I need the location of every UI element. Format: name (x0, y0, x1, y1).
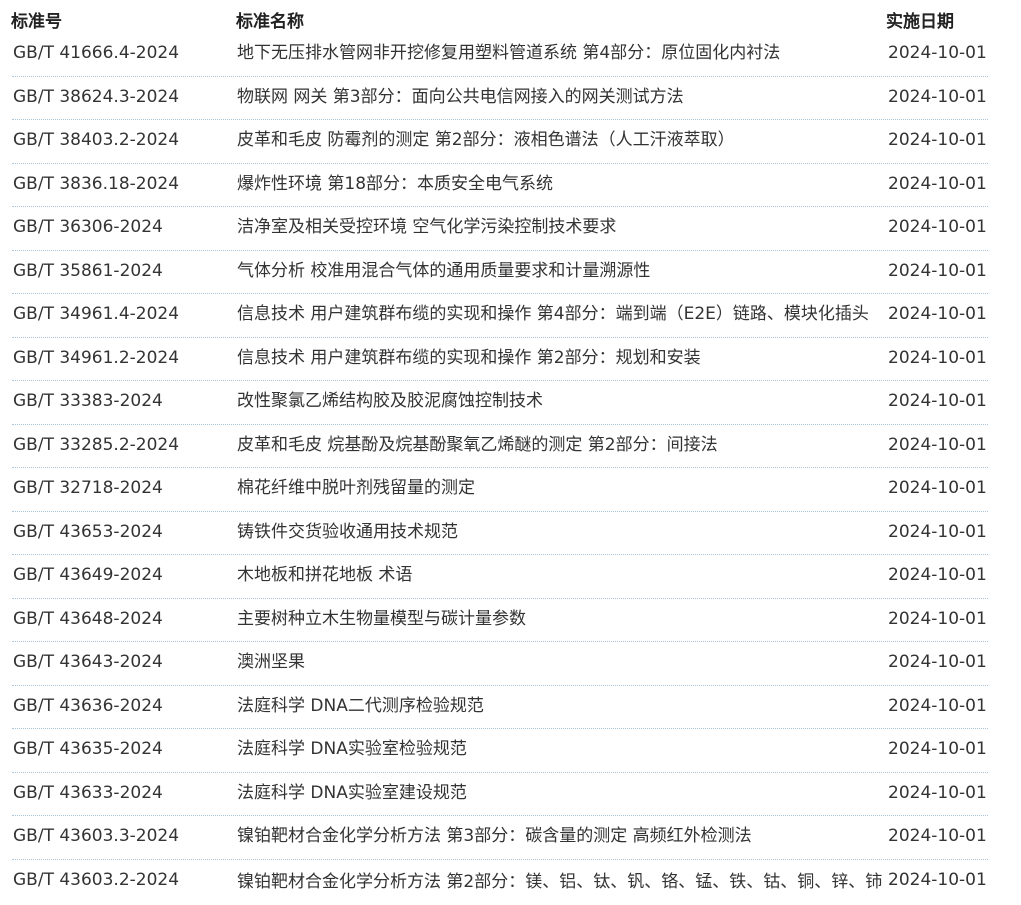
standard-name-link[interactable]: 皮革和毛皮 烷基酚及烷基酚聚氧乙烯醚的测定 第2部分：间接法 (237, 434, 883, 456)
effective-date: 2024-10-01 (888, 739, 987, 759)
standard-code-link[interactable]: GB/T 38403.2-2024 (13, 129, 179, 151)
standard-code-link[interactable]: GB/T 43643-2024 (13, 651, 163, 673)
table-row: GB/T 41666.4-2024 地下无压排水管网非开挖修复用塑料管道系统 第4… (0, 34, 1021, 77)
header-standard-code: 标准号 (11, 12, 62, 32)
table-row: GB/T 43643-2024 澳洲坚果 2024-10-01 (0, 643, 1021, 686)
standard-code-link[interactable]: GB/T 43633-2024 (13, 782, 163, 804)
header-effective-date: 实施日期 (886, 12, 954, 32)
table-row: GB/T 35861-2024 气体分析 校准用混合气体的通用质量要求和计量溯源性… (0, 252, 1021, 295)
table-row: GB/T 3836.18-2024 爆炸性环境 第18部分：本质安全电气系统 202… (0, 165, 1021, 208)
standard-code-link[interactable]: GB/T 36306-2024 (13, 216, 163, 238)
table-row: GB/T 43649-2024 木地板和拼花地板 术语 2024-10-01 (0, 556, 1021, 599)
standard-code-link[interactable]: GB/T 43603.3-2024 (13, 825, 179, 847)
standard-code-link[interactable]: GB/T 43653-2024 (13, 521, 163, 543)
standard-name-link[interactable]: 镍铂靶材合金化学分析方法 第2部分：镁、铝、钛、钒、铬、锰、铁、钴、铜、锌、铈 (237, 869, 883, 905)
table-row: GB/T 43633-2024 法庭科学 DNA实验室建设规范 2024-10-01 (0, 774, 1021, 817)
standard-code-link[interactable]: GB/T 43603.2-2024 (13, 869, 179, 891)
standard-name-link[interactable]: 法庭科学 DNA二代测序检验规范 (237, 695, 883, 717)
standard-name-link[interactable]: 木地板和拼花地板 术语 (237, 564, 883, 586)
standard-code-link[interactable]: GB/T 41666.4-2024 (13, 42, 179, 64)
standard-code-link[interactable]: GB/T 43648-2024 (13, 608, 163, 630)
effective-date: 2024-10-01 (888, 521, 987, 542)
table-row: GB/T 33383-2024 改性聚氯乙烯结构胶及胶泥腐蚀控制技术 2024-10… (0, 382, 1021, 425)
standard-name-link[interactable]: 皮革和毛皮 防霉剂的测定 第2部分：液相色谱法（人工汗液萃取） (237, 129, 883, 151)
table-row: GB/T 43603.3-2024 镍铂靶材合金化学分析方法 第3部分：碳含量的测… (0, 817, 1021, 860)
table-row: GB/T 43636-2024 法庭科学 DNA二代测序检验规范 2024-10-0… (0, 687, 1021, 730)
standard-code-link[interactable]: GB/T 38624.3-2024 (13, 86, 179, 108)
standard-name-link[interactable]: 改性聚氯乙烯结构胶及胶泥腐蚀控制技术 (237, 390, 883, 412)
effective-date: 2024-10-01 (888, 826, 987, 846)
table-row: GB/T 43653-2024 铸铁件交货验收通用技术规范 2024-10-01 (0, 513, 1021, 556)
standard-code-link[interactable]: GB/T 33285.2-2024 (13, 434, 179, 456)
effective-date: 2024-10-01 (888, 869, 987, 890)
header-standard-name: 标准名称 (236, 12, 304, 32)
effective-date: 2024-10-01 (888, 695, 987, 716)
standard-name-link[interactable]: 地下无压排水管网非开挖修复用塑料管道系统 第4部分：原位固化内衬法 (237, 42, 883, 64)
standard-name-link[interactable]: 洁净室及相关受控环境 空气化学污染控制技术要求 (237, 216, 883, 238)
effective-date: 2024-10-01 (888, 43, 987, 63)
standard-name-link[interactable]: 爆炸性环境 第18部分：本质安全电气系统 (237, 173, 883, 195)
effective-date: 2024-10-01 (888, 347, 987, 368)
standard-code-link[interactable]: GB/T 3836.18-2024 (13, 173, 179, 195)
effective-date: 2024-10-01 (888, 217, 987, 237)
standard-name-link[interactable]: 法庭科学 DNA实验室建设规范 (237, 782, 883, 804)
effective-date: 2024-10-01 (888, 434, 987, 455)
effective-date: 2024-10-01 (888, 173, 987, 194)
effective-date: 2024-10-01 (888, 478, 987, 498)
effective-date: 2024-10-01 (888, 608, 987, 629)
standard-name-link[interactable]: 法庭科学 DNA实验室检验规范 (237, 738, 883, 760)
effective-date: 2024-10-01 (888, 782, 987, 803)
table-row: GB/T 36306-2024 洁净室及相关受控环境 空气化学污染控制技术要求 20… (0, 208, 1021, 251)
table-row: GB/T 43603.2-2024 镍铂靶材合金化学分析方法 第2部分：镁、铝、钛… (0, 861, 1021, 904)
standard-code-link[interactable]: GB/T 34961.2-2024 (13, 347, 179, 369)
table-row: GB/T 32718-2024 棉花纤维中脱叶剂残留量的测定 2024-10-01 (0, 469, 1021, 512)
standard-name-link[interactable]: 主要树种立木生物量模型与碳计量参数 (237, 608, 883, 630)
standard-code-link[interactable]: GB/T 43635-2024 (13, 738, 163, 760)
standard-code-link[interactable]: GB/T 43636-2024 (13, 695, 163, 717)
standard-name-link[interactable]: 信息技术 用户建筑群布缆的实现和操作 第2部分：规划和安装 (237, 347, 883, 369)
standard-code-link[interactable]: GB/T 33383-2024 (13, 390, 163, 412)
effective-date: 2024-10-01 (888, 652, 987, 672)
standards-table: 标准号 标准名称 实施日期 GB/T 41666.4-2024 地下无压排水管网非… (0, 0, 1021, 892)
effective-date: 2024-10-01 (888, 304, 987, 324)
standard-name-link[interactable]: 棉花纤维中脱叶剂残留量的测定 (237, 477, 883, 499)
standard-name-link[interactable]: 镍铂靶材合金化学分析方法 第3部分：碳含量的测定 高频红外检测法 (237, 825, 883, 847)
table-row: GB/T 34961.2-2024 信息技术 用户建筑群布缆的实现和操作 第2部分… (0, 339, 1021, 382)
table-row: GB/T 38403.2-2024 皮革和毛皮 防霉剂的测定 第2部分：液相色谱法… (0, 121, 1021, 164)
standard-name-link[interactable]: 铸铁件交货验收通用技术规范 (237, 521, 883, 543)
standard-code-link[interactable]: GB/T 34961.4-2024 (13, 303, 179, 325)
table-row: GB/T 34961.4-2024 信息技术 用户建筑群布缆的实现和操作 第4部分… (0, 295, 1021, 338)
effective-date: 2024-10-01 (888, 130, 987, 150)
standard-name-link[interactable]: 气体分析 校准用混合气体的通用质量要求和计量溯源性 (237, 260, 883, 282)
table-row: GB/T 38624.3-2024 物联网 网关 第3部分：面向公共电信网接入的网… (0, 78, 1021, 121)
standard-code-link[interactable]: GB/T 43649-2024 (13, 564, 163, 586)
standard-name-link[interactable]: 物联网 网关 第3部分：面向公共电信网接入的网关测试方法 (237, 86, 883, 108)
effective-date: 2024-10-01 (888, 260, 987, 281)
table-row: GB/T 33285.2-2024 皮革和毛皮 烷基酚及烷基酚聚氧乙烯醚的测定 第… (0, 426, 1021, 469)
standard-name-link[interactable]: 澳洲坚果 (237, 651, 883, 673)
table-row: GB/T 43635-2024 法庭科学 DNA实验室检验规范 2024-10-01 (0, 730, 1021, 773)
standard-name-link[interactable]: 信息技术 用户建筑群布缆的实现和操作 第4部分：端到端（E2E）链路、模块化插头 (237, 303, 883, 325)
effective-date: 2024-10-01 (888, 565, 987, 585)
table-header: 标准号 标准名称 实施日期 (0, 0, 1021, 34)
standard-code-link[interactable]: GB/T 35861-2024 (13, 260, 163, 282)
effective-date: 2024-10-01 (888, 86, 987, 107)
standard-code-link[interactable]: GB/T 32718-2024 (13, 477, 163, 499)
table-row: GB/T 43648-2024 主要树种立木生物量模型与碳计量参数 2024-10-… (0, 600, 1021, 643)
effective-date: 2024-10-01 (888, 391, 987, 411)
